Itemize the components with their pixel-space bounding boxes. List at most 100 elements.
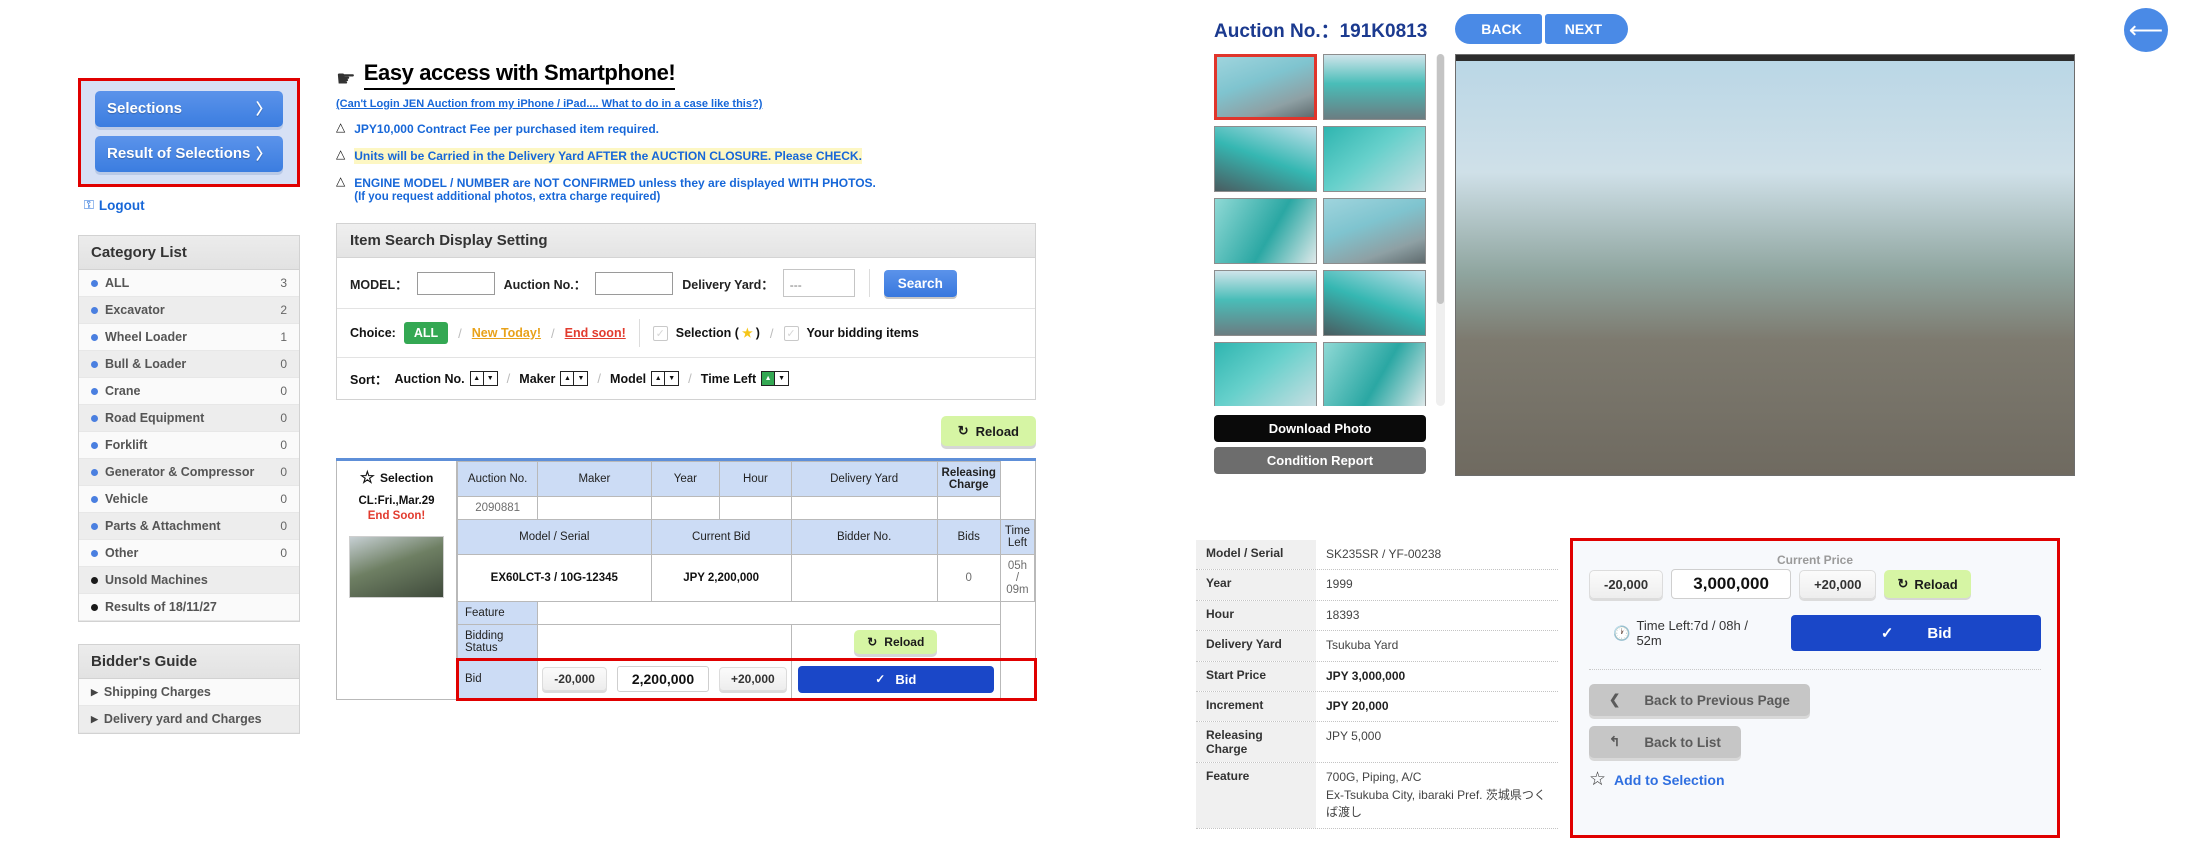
category-item[interactable]: Excavator 2 (79, 297, 299, 324)
auction-no-input[interactable] (595, 271, 674, 295)
add-to-selection-button[interactable]: ☆ Add to Selection (1589, 768, 2041, 791)
smartphone-help-link[interactable]: (Can't Login JEN Auction from my iPhone … (336, 98, 762, 110)
thumbnail-image[interactable] (1323, 198, 1426, 264)
thumbnail-image[interactable] (1323, 126, 1426, 192)
category-item[interactable]: ALL 3 (79, 270, 299, 297)
listing-bid-button[interactable]: ✓ Bid (797, 665, 994, 693)
td-bidding-status-value (537, 624, 792, 661)
thumbnail-scrollbar[interactable] (1436, 54, 1445, 406)
thumbnail-image[interactable] (1214, 54, 1317, 120)
reload-row: ↻ Reload (336, 416, 1036, 447)
category-item[interactable]: Wheel Loader 1 (79, 324, 299, 351)
bid-amount-input[interactable]: 2,200,000 (616, 666, 709, 693)
chevron-right-icon: 〉 (255, 101, 271, 118)
back-to-previous-page-button[interactable]: ❮ Back to Previous Page (1589, 684, 1810, 716)
sort-direction-toggle[interactable]: ▲ ▼ (761, 371, 790, 387)
center-column: ☛ Easy access with Smartphone! (Can't Lo… (336, 60, 1037, 701)
next-button[interactable]: NEXT (1544, 14, 1629, 44)
category-item[interactable]: Unsold Machines (79, 567, 299, 594)
thumbnail-image[interactable] (1214, 126, 1317, 192)
spec-value: JPY 3,000,000 (1326, 668, 1406, 683)
sidebar: Selections 〉 Result of Selections 〉 ⚿ Lo… (78, 78, 300, 734)
selections-button[interactable]: Selections 〉 (95, 91, 283, 127)
back-to-list-button[interactable]: ↰ Back to List (1589, 726, 1741, 758)
current-price-input[interactable]: 3,000,000 (1671, 569, 1792, 599)
divider (638, 319, 640, 348)
choice-new-today-link[interactable]: New Today! (472, 326, 541, 340)
thumbnail-image[interactable] (1214, 342, 1317, 406)
category-item[interactable]: Parts & Attachment 0 (79, 513, 299, 540)
model-input[interactable] (416, 271, 495, 295)
bidding-items-checkbox[interactable]: ✓ (783, 325, 799, 341)
td-time-left: 05h / 09m (999, 554, 1036, 603)
price-decrement-button[interactable]: -20,000 (1589, 569, 1664, 599)
detail-bid-button[interactable]: ✓ Bid (1791, 615, 2041, 651)
bidding-items-label: Your bidding items (806, 326, 919, 341)
td-bidder-no (790, 554, 938, 603)
smartphone-sub[interactable]: (Can't Login JEN Auction from my iPhone … (336, 95, 1036, 110)
main-photo[interactable] (1455, 54, 2075, 476)
sort-desc-icon[interactable]: ▼ (483, 372, 497, 386)
selections-box: Selections 〉 Result of Selections 〉 (78, 78, 300, 187)
category-item-label-wrap: Results of 18/11/27 (91, 600, 217, 614)
sort-desc-icon[interactable]: ▼ (574, 372, 588, 386)
sort-asc-icon[interactable]: ▲ (470, 372, 484, 386)
search-button[interactable]: Search (883, 269, 957, 297)
listing-thumbnail[interactable] (349, 536, 444, 599)
condition-report-button[interactable]: Condition Report (1214, 447, 1426, 474)
category-item-count: 2 (280, 303, 287, 317)
result-of-selections-button[interactable]: Result of Selections 〉 (95, 136, 283, 172)
download-buttons: Download Photo Condition Report (1214, 415, 1426, 474)
detail-reload-button[interactable]: ↻ Reload (1884, 570, 1971, 598)
guide-item[interactable]: ▶ Delivery yard and Charges (79, 706, 299, 733)
selection-checkbox[interactable]: ✓ (652, 325, 668, 341)
thumbnail-image[interactable] (1323, 270, 1426, 336)
time-left-label: Time Left:7d / 08h / 52m (1636, 618, 1748, 648)
category-item[interactable]: Road Equipment 0 (79, 405, 299, 432)
category-item[interactable]: Crane 0 (79, 378, 299, 405)
scrollbar-thumb[interactable] (1437, 54, 1444, 304)
category-item[interactable]: Other 0 (79, 540, 299, 567)
thumbnail-image[interactable] (1214, 270, 1317, 336)
choice-all-button[interactable]: ALL (403, 322, 449, 345)
bid-increment-button[interactable]: +20,000 (718, 667, 787, 692)
check-icon: ✓ (875, 672, 886, 687)
category-item[interactable]: Bull & Loader 0 (79, 351, 299, 378)
thumbnail-image[interactable] (1323, 54, 1426, 120)
return-arrow-icon: ↰ (1609, 734, 1621, 749)
spec-row: Hour 18393 (1196, 600, 1558, 632)
guide-item[interactable]: ▶ Shipping Charges (79, 679, 299, 706)
price-increment-button[interactable]: +20,000 (1799, 569, 1877, 599)
sort-direction-toggle[interactable]: ▲ ▼ (469, 371, 498, 387)
bid-decrement-button[interactable]: -20,000 (542, 667, 607, 692)
delivery-yard-select[interactable]: --- (782, 269, 855, 298)
th-bidder-no: Bidder No. (790, 519, 938, 556)
choice-end-soon-link[interactable]: End soon! (565, 326, 626, 340)
divider (868, 269, 870, 298)
selection-toggle[interactable]: ☆ Selection (360, 469, 434, 486)
category-item[interactable]: Vehicle 0 (79, 486, 299, 513)
category-item[interactable]: Forklift 0 (79, 432, 299, 459)
thumbnail-image[interactable] (1323, 342, 1426, 406)
chevron-left-icon: ❮ (1609, 692, 1621, 707)
category-item[interactable]: Results of 18/11/27 (79, 594, 299, 621)
reload-button[interactable]: ↻ Reload (940, 416, 1036, 447)
sort-asc-icon[interactable]: ▲ (762, 372, 776, 386)
category-item-label-wrap: Other (91, 546, 138, 560)
back-arrow-icon[interactable]: ⟵ (2124, 8, 2168, 52)
listing-reload-button[interactable]: ↻ Reload (854, 630, 938, 655)
refresh-icon: ↻ (1897, 576, 1909, 591)
category-item[interactable]: Generator & Compressor 0 (79, 459, 299, 486)
sort-desc-icon[interactable]: ▼ (775, 372, 789, 386)
sort-direction-toggle[interactable]: ▲ ▼ (651, 371, 680, 387)
thumbnail-image[interactable] (1214, 198, 1317, 264)
logout-link[interactable]: Logout (99, 198, 145, 213)
download-photo-button[interactable]: Download Photo (1214, 415, 1426, 442)
sort-direction-toggle[interactable]: ▲ ▼ (560, 371, 589, 387)
sort-asc-icon[interactable]: ▲ (652, 372, 666, 386)
sort-desc-icon[interactable]: ▼ (665, 372, 679, 386)
sort-asc-icon[interactable]: ▲ (561, 372, 575, 386)
logout-row[interactable]: ⚿ Logout (84, 197, 300, 213)
back-button[interactable]: BACK (1455, 14, 1542, 44)
th-releasing-charge: Releasing Charge (936, 461, 1001, 498)
